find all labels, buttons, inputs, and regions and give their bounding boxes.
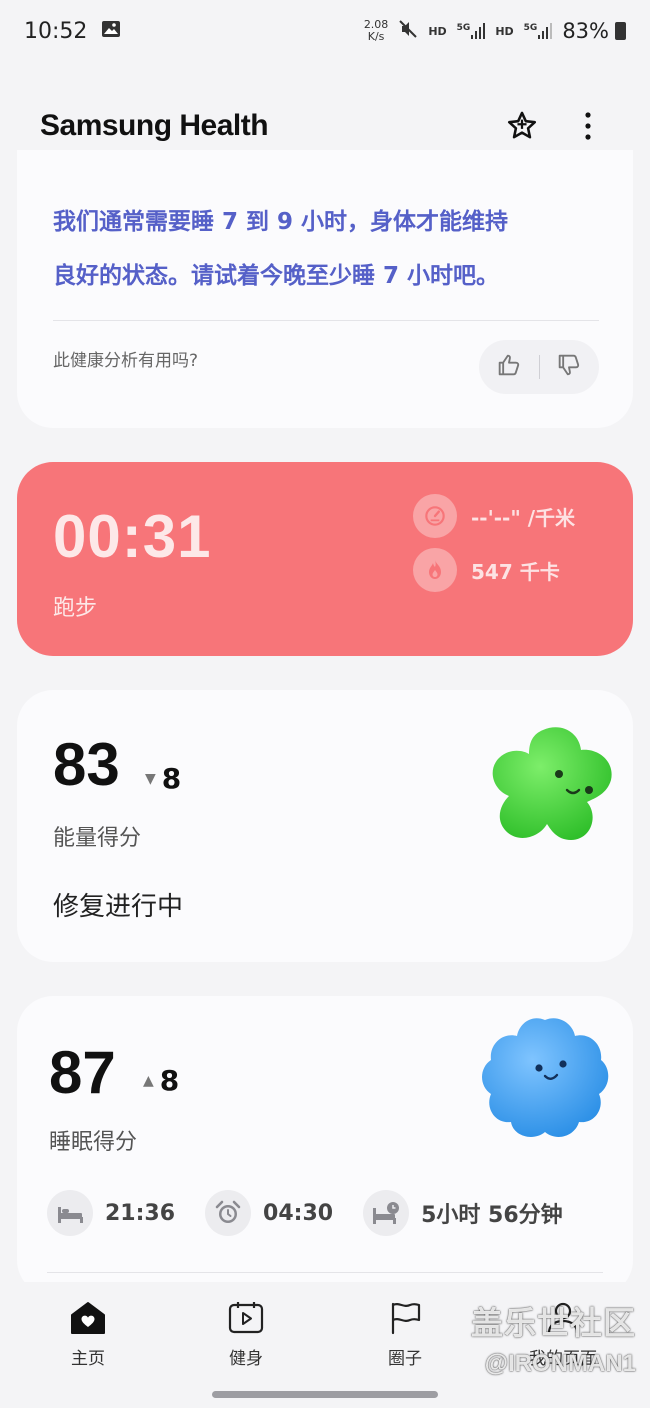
insight-line-2: 良好的状态。请试着今晚至少睡 7 小时吧。 (53, 263, 500, 289)
bedtime-metric: 21:36 (47, 1190, 175, 1236)
run-pace-value: --'--" /千米 (471, 505, 576, 530)
bed-icon (47, 1190, 93, 1236)
wake-time-metric: 04:30 (205, 1190, 333, 1236)
down-arrow-icon: ▼ (145, 770, 156, 787)
wake-time-value: 04:30 (263, 1200, 334, 1226)
status-bar: 10:52 2.08 K/s HD 5G HD 5G 83% (0, 0, 650, 62)
energy-character-icon (492, 727, 612, 840)
thumbs-down-icon (558, 354, 580, 376)
insight-text: 我们通常需要睡 7 到 9 小时，身体才能维持 良好的状态。请试着今晚至少睡 7… (53, 195, 593, 303)
tab-together-label: 圈子 (388, 1349, 422, 1369)
signal-icon: 5G (457, 23, 486, 39)
run-calories-value: 547 千卡 (471, 559, 560, 584)
sleep-insight-card[interactable]: 我们通常需要睡 7 到 9 小时，身体才能维持 良好的状态。请试着今晚至少睡 7… (17, 150, 633, 428)
speed-unit: K/s (367, 30, 385, 43)
energy-score-value: 83 (53, 731, 120, 798)
app-title: Samsung Health (40, 109, 269, 142)
thumbs-up-button[interactable] (495, 351, 523, 383)
sleep-duration-icon (363, 1190, 410, 1236)
battery: 83% (562, 19, 626, 43)
sleep-score-label: 睡眠得分 (49, 1130, 138, 1155)
sleep-divider (47, 1272, 603, 1273)
tab-fitness-label: 健身 (229, 1349, 263, 1369)
run-duration: 00:31 (53, 503, 212, 570)
status-time: 10:52 (24, 18, 88, 44)
speedometer-icon (413, 494, 457, 538)
sleep-score-value: 87 (49, 1039, 116, 1106)
energy-score-card[interactable]: 83 ▼ 8 能量得分 修复进行中 (17, 690, 633, 962)
thumbs-down-button[interactable] (555, 351, 583, 383)
status-left: 10:52 (24, 19, 121, 44)
hd-badge-2: HD (495, 24, 514, 38)
play-video-icon (228, 1302, 264, 1334)
energy-status: 修复进行中 (53, 892, 184, 922)
insight-line-1: 我们通常需要睡 7 到 9 小时，身体才能维持 (53, 209, 509, 235)
run-pace: --'--" /千米 (413, 494, 575, 538)
mute-icon (398, 19, 418, 43)
energy-score-change: ▼ 8 (145, 762, 181, 795)
energy-delta-value: 8 (161, 762, 182, 795)
signal-icon-2: 5G (524, 23, 553, 39)
bedtime-value: 21:36 (105, 1200, 176, 1226)
energy-score-label: 能量得分 (53, 826, 142, 851)
flag-icon (391, 1302, 421, 1335)
tab-fitness[interactable]: 健身 (196, 1300, 296, 1369)
insight-feedback-question: 此健康分析有用吗? (53, 351, 199, 371)
favorite-button[interactable] (500, 104, 544, 148)
feedback-separator (538, 355, 540, 379)
up-arrow-icon: ▲ (143, 1072, 154, 1089)
status-right: 2.08 K/s HD 5G HD 5G 83% (364, 19, 626, 43)
sleep-score-change: ▲ 8 (143, 1064, 179, 1097)
run-label: 跑步 (53, 596, 98, 621)
flame-icon (413, 548, 457, 592)
watermark-community: 盖乐世社区 (470, 1304, 636, 1342)
gallery-notification-icon (101, 19, 121, 44)
network-type-2: 5G (523, 23, 538, 33)
alarm-clock-icon (205, 1190, 252, 1236)
battery-level: 83% (562, 19, 609, 43)
tab-together[interactable]: 圈子 (355, 1300, 455, 1369)
home-gesture-bar[interactable] (212, 1391, 438, 1398)
feedback-controls (479, 340, 599, 394)
running-card[interactable]: 00:31 跑步 --'--" /千米 547 千卡 (17, 462, 633, 656)
watermark-username: @IRONMAN1 (484, 1350, 636, 1377)
run-calories: 547 千卡 (413, 548, 560, 592)
home-icon (71, 1302, 105, 1334)
thumbs-up-icon (498, 354, 519, 376)
star-icon (507, 111, 537, 139)
more-options-button[interactable] (566, 104, 610, 148)
network-type: 5G (456, 23, 471, 33)
sleep-delta-value: 8 (159, 1064, 180, 1097)
sleep-character-icon (482, 1018, 609, 1137)
sleep-score-card[interactable]: 87 ▲ 8 睡眠得分 21:36 04:30 5小时 56分钟 (17, 996, 633, 1296)
tab-home-label: 主页 (71, 1349, 105, 1369)
sleep-duration-metric: 5小时 56分钟 (363, 1190, 563, 1236)
network-speed: 2.08 K/s (364, 19, 389, 43)
battery-icon (615, 22, 626, 40)
tab-home[interactable]: 主页 (38, 1300, 138, 1369)
sleep-metrics: 21:36 04:30 5小时 56分钟 (47, 1190, 593, 1236)
more-vertical-icon (585, 112, 591, 140)
hd-badge: HD (428, 24, 447, 38)
sleep-duration-value: 5小时 56分钟 (421, 1203, 563, 1228)
insight-divider (53, 320, 599, 321)
